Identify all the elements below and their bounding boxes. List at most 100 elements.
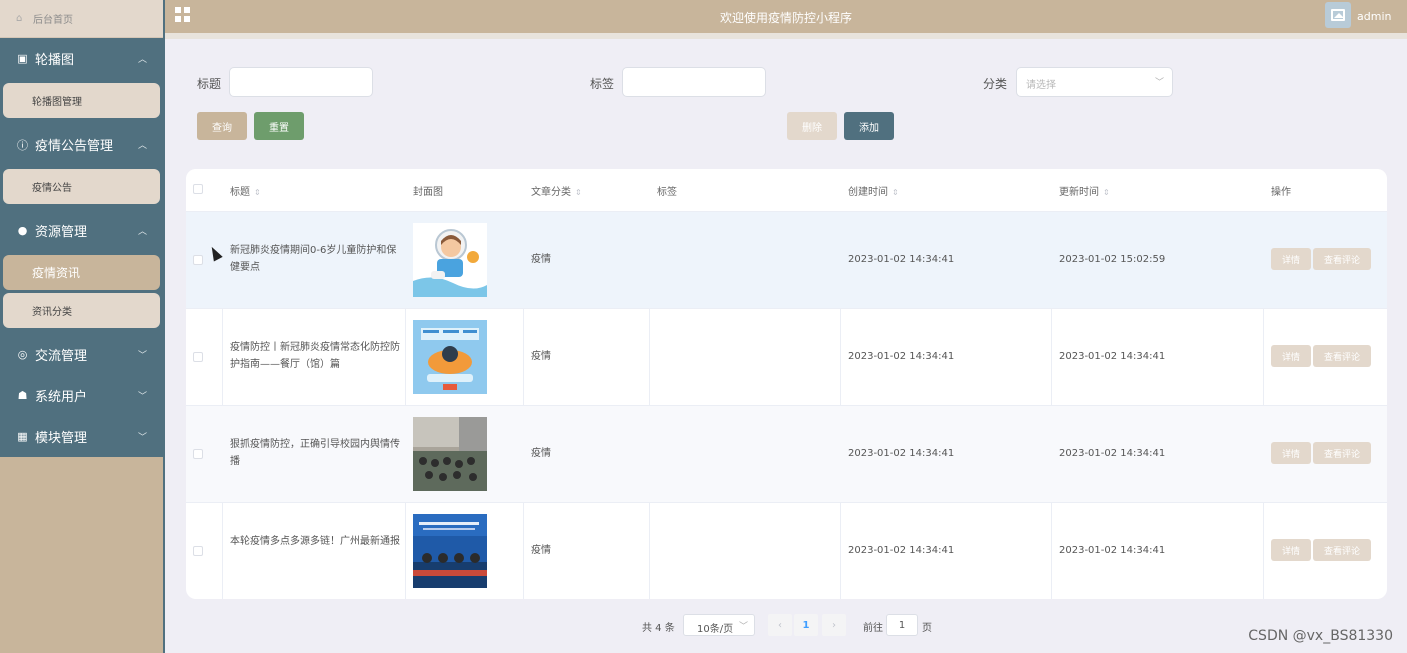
total-count: 共 4 条 [642,623,675,634]
menu-head-modules[interactable]: ▦ 模块管理 ﹀ [0,416,163,457]
column-updated[interactable]: 更新时间 ⇕ [1059,183,1110,198]
row-checkbox[interactable] [193,255,203,265]
menu-head-label: 模块管理 [35,431,88,446]
submenu-notice: 疫情公告 [0,165,163,210]
row-checkbox[interactable] [193,352,203,362]
select-all-checkbox[interactable] [193,184,203,194]
sidebar-item-banner-manage[interactable]: 轮播图管理 [3,83,160,118]
tag-input[interactable] [622,67,766,97]
user-icon: ☗ [17,389,28,402]
image-icon [1331,9,1345,21]
chevron-down-icon: ﹀ [1154,78,1164,88]
row-category: 疫情 [531,254,551,265]
title-input[interactable] [229,67,373,97]
menu-head-banner[interactable]: ▣ 轮播图 ︿ [0,38,163,79]
column-created[interactable]: 创建时间 ⇕ [848,183,899,198]
sort-icon[interactable]: ⇕ [254,188,261,197]
chat-icon: ◎ [17,348,28,361]
detail-button[interactable]: 详情 [1271,442,1311,464]
page-size-select[interactable]: 10条/页 ﹀ [683,614,755,636]
table-header: 标题 ⇕ 封面图 文章分类 ⇕ 标签 创建时间 ⇕ 更新时间 ⇕ 操作 [186,169,1387,211]
sort-icon[interactable]: ⇕ [1103,188,1110,197]
goto-page-input[interactable]: 1 [886,614,918,636]
menu-head-resource[interactable]: ● 资源管理 ︿ [0,210,163,251]
column-category-label: 文章分类 [531,187,571,198]
bulb-icon: ● [17,224,28,237]
column-title[interactable]: 标题 ⇕ [230,183,261,198]
search-form: 标题 标签 分类 请选择 ﹀ [165,67,1407,97]
chevron-up-icon: ︿ [137,141,147,151]
column-updated-label: 更新时间 [1059,187,1099,198]
page-suffix: 页 [922,623,932,634]
row-created: 2023-01-02 14:34:41 [848,448,955,459]
cover-image [413,320,487,394]
sort-icon[interactable]: ⇕ [575,188,582,197]
grid-icon: ▦ [17,430,28,443]
menu-group-notice: ⓘ 疫情公告管理 ︿ 疫情公告 [0,124,163,210]
sidebar-item-news[interactable]: 疫情资讯 [3,255,160,290]
menu-head-label: 交流管理 [35,349,88,364]
menu-group-exchange: ◎ 交流管理 ﹀ [0,334,163,375]
sidebar-item-notice[interactable]: 疫情公告 [3,169,160,204]
category-placeholder: 请选择 [1026,80,1056,91]
row-updated: 2023-01-02 14:34:41 [1059,351,1166,362]
page-size-value: 10条/页 [697,624,734,635]
sidebar-item-news-category[interactable]: 资讯分类 [3,293,160,328]
page-number[interactable]: 1 [794,614,818,636]
home-icon: ⌂ [16,12,23,24]
username[interactable]: admin [1357,10,1391,23]
row-title: 本轮疫情多点多源多链！广州最新通报 [230,536,400,547]
info-icon: ⓘ [17,138,28,152]
title-label: 标题 [197,77,222,91]
detail-button[interactable]: 详情 [1271,345,1311,367]
cover-image [413,514,487,588]
image-icon: ▣ [17,52,28,65]
column-title-label: 标题 [230,187,250,198]
view-comments-button[interactable]: 查看评论 [1313,345,1371,367]
column-category[interactable]: 文章分类 ⇕ [531,183,582,198]
add-button[interactable]: 添加 [844,112,894,140]
row-updated: 2023-01-02 14:34:41 [1059,448,1166,459]
chevron-down-icon: ﹀ [137,351,147,361]
chevron-up-icon: ︿ [137,55,147,65]
view-comments-button[interactable]: 查看评论 [1313,442,1371,464]
row-title: 狠抓疫情防控，正确引导校园内舆情传播 [230,439,400,467]
main-content: 标题 标签 分类 请选择 ﹀ 查询 重置 删除 添加 标题 ⇕ 封面图 文章分类 ⇕… [165,33,1407,653]
menu-head-notice[interactable]: ⓘ 疫情公告管理 ︿ [0,124,163,165]
row-actions: 详情 查看评论 [1271,442,1371,464]
row-updated: 2023-01-02 15:02:59 [1059,254,1166,265]
query-button[interactable]: 查询 [197,112,247,140]
row-checkbox[interactable] [193,546,203,556]
menu-head-users[interactable]: ☗ 系统用户 ﹀ [0,375,163,416]
menu-head-exchange[interactable]: ◎ 交流管理 ﹀ [0,334,163,375]
submenu-resource: 疫情资讯 资讯分类 [0,251,163,334]
menu-head-label: 资源管理 [35,225,88,240]
menu-group-users: ☗ 系统用户 ﹀ [0,375,163,416]
chevron-down-icon: ﹀ [738,622,748,632]
category-label: 分类 [983,77,1008,91]
app-title: 欢迎使用疫情防控小程序 [719,11,852,25]
sidebar-home[interactable]: ⌂ 后台首页 [0,0,163,38]
category-select[interactable]: 请选择 ﹀ [1016,67,1173,97]
row-created: 2023-01-02 14:34:41 [848,351,955,362]
prev-page-button[interactable]: ‹ [768,614,792,636]
table-row: 新冠肺炎疫情期间0-6岁儿童防护和保健要点 疫情 2023-01-02 14:3… [186,211,1387,308]
detail-button[interactable]: 详情 [1271,539,1311,561]
table-row: 本轮疫情多点多源多链！广州最新通报 疫情 2023-01-02 14:34:41… [186,502,1387,599]
sort-icon[interactable]: ⇕ [892,188,899,197]
delete-button[interactable]: 删除 [787,112,837,140]
row-category: 疫情 [531,448,551,459]
detail-button[interactable]: 详情 [1271,248,1311,270]
reset-button[interactable]: 重置 [254,112,304,140]
row-checkbox[interactable] [193,449,203,459]
avatar[interactable] [1325,2,1351,28]
row-title: 疫情防控丨新冠肺炎疫情常态化防控防护指南——餐厅（馆）篇 [230,342,400,370]
view-comments-button[interactable]: 查看评论 [1313,248,1371,270]
row-category: 疫情 [531,351,551,362]
row-actions: 详情 查看评论 [1271,248,1371,270]
row-created: 2023-01-02 14:34:41 [848,545,955,556]
column-created-label: 创建时间 [848,187,888,198]
next-page-button[interactable]: › [822,614,846,636]
row-title: 新冠肺炎疫情期间0-6岁儿童防护和保健要点 [230,245,397,273]
view-comments-button[interactable]: 查看评论 [1313,539,1371,561]
